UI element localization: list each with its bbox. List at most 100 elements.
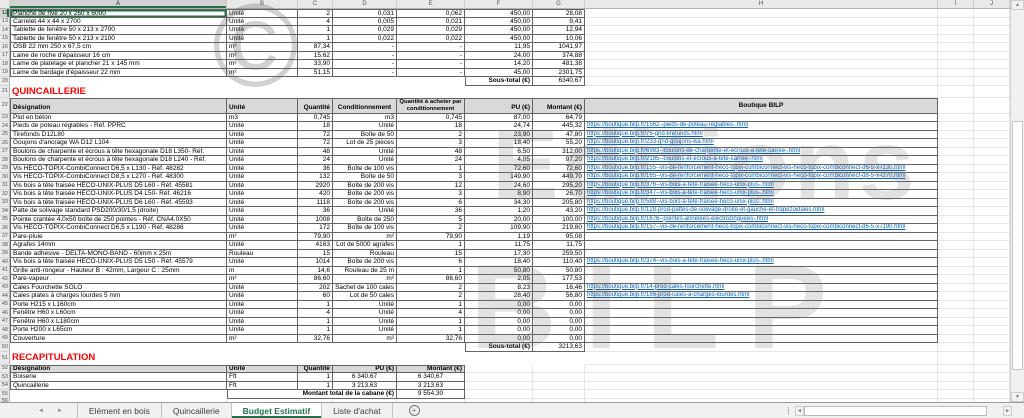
row-number[interactable]: 17 xyxy=(0,52,10,61)
cell-unit[interactable]: m² xyxy=(227,60,298,69)
cell[interactable] xyxy=(10,343,465,352)
row-number[interactable]: 53 xyxy=(0,373,10,382)
cell[interactable] xyxy=(585,86,938,98)
cell-designation[interactable]: Tirefonds D12L80 xyxy=(10,131,227,140)
product-link[interactable]: https://boutique.bilp.fr/186-prod-cales-… xyxy=(585,292,938,301)
cell[interactable] xyxy=(585,382,938,391)
cell-amount[interactable]: 9,41 xyxy=(533,18,585,27)
cell[interactable] xyxy=(974,43,1010,52)
horizontal-scrollbar[interactable]: ◄ ► xyxy=(788,406,1012,416)
cell[interactable] xyxy=(585,250,938,259)
cell-qty-to-buy[interactable]: 2 xyxy=(397,292,465,301)
cell-conditioning[interactable]: Boîte de 100 vis xyxy=(333,224,397,233)
cell[interactable] xyxy=(585,352,938,365)
cell[interactable] xyxy=(938,139,974,148)
cell-conditioning[interactable]: Boîte de 50 xyxy=(333,173,397,182)
cell[interactable] xyxy=(938,9,974,18)
cell[interactable] xyxy=(974,275,1010,284)
cell[interactable] xyxy=(974,60,1010,69)
cell-unit[interactable]: Unité xyxy=(227,131,298,140)
cell[interactable] xyxy=(974,173,1010,182)
cell-amount[interactable]: 259,50 xyxy=(533,250,585,259)
cell-quantity[interactable]: 4163 xyxy=(298,241,333,250)
product-link[interactable]: https://boutique.bilp.fr/76-grid-tirefon… xyxy=(585,131,938,140)
cell[interactable] xyxy=(974,52,1010,61)
row-number[interactable]: 52 xyxy=(0,365,10,374)
cell-conditioning[interactable]: 0,005 xyxy=(333,18,397,27)
row-number[interactable]: 27 xyxy=(0,148,10,157)
cell-unit[interactable]: Unité xyxy=(227,156,298,165)
cell[interactable] xyxy=(938,292,974,301)
cell[interactable] xyxy=(585,390,938,399)
cell-quantity[interactable]: 172 xyxy=(298,224,333,233)
cell-amount[interactable]: 177,53 xyxy=(533,275,585,284)
cell-quantity[interactable]: 2 xyxy=(298,9,333,18)
cell-quantity[interactable]: 15 xyxy=(298,250,333,259)
row-number[interactable]: 25 xyxy=(0,131,10,140)
product-link[interactable]: https://boutique.bilp.fr/6983--boulons-d… xyxy=(585,148,938,157)
cell-qty-to-buy[interactable]: 0,062 xyxy=(397,9,465,18)
cell[interactable] xyxy=(533,365,585,374)
cell-amount[interactable]: 445,32 xyxy=(533,122,585,131)
cell-conditioning[interactable]: - xyxy=(333,69,397,78)
cell[interactable] xyxy=(974,122,1010,131)
cell-conditioning[interactable]: Unité xyxy=(333,122,397,131)
cell-unit[interactable]: Unité xyxy=(227,26,298,35)
row-number[interactable]: 35 xyxy=(0,216,10,225)
vertical-scrollbar[interactable]: ▲ ▼ xyxy=(1010,0,1024,402)
column-header-D[interactable]: D xyxy=(333,0,397,8)
cell-designation[interactable]: Vis bois à tête fraisée HECO-UNIX-PLUS D… xyxy=(10,199,227,208)
cell-conditioning[interactable]: Rouleau de 25 m xyxy=(333,267,397,276)
cell[interactable] xyxy=(938,352,974,365)
row-number[interactable]: 48 xyxy=(0,326,10,335)
row-number[interactable]: 13 xyxy=(0,18,10,27)
cell[interactable] xyxy=(974,86,1010,98)
cell-quantity[interactable]: 24 xyxy=(298,156,333,165)
cell[interactable] xyxy=(585,26,938,35)
cell-qty-to-buy[interactable]: - xyxy=(397,69,465,78)
cell-designation[interactable]: Pare-pluie xyxy=(10,233,227,242)
cell-amount[interactable]: 26,70 xyxy=(533,190,585,199)
cell-qty-to-buy[interactable]: 1 xyxy=(397,267,465,276)
cell[interactable] xyxy=(938,224,974,233)
cell[interactable] xyxy=(585,69,938,78)
cell-conditioning[interactable]: Unité xyxy=(333,318,397,327)
cell-unit-price[interactable]: 0,00 xyxy=(465,309,533,318)
recap-header-quantity[interactable]: Quantité xyxy=(298,365,333,374)
row-number[interactable]: 34 xyxy=(0,207,10,216)
recap-amount[interactable]: 3 213,63 xyxy=(397,382,465,391)
cell[interactable] xyxy=(974,18,1010,27)
cell-unit[interactable]: Unité xyxy=(227,301,298,310)
cell-qty-to-buy[interactable]: 12 xyxy=(397,182,465,191)
cell-designation[interactable]: Patte de solivage standard PSD200/30/1,5… xyxy=(10,207,227,216)
cell[interactable] xyxy=(974,343,1010,352)
cell-designation[interactable]: Laine de roche d'épaisseur 16 cm xyxy=(10,52,227,61)
cell[interactable] xyxy=(974,301,1010,310)
add-sheet-button[interactable]: + xyxy=(409,403,420,418)
cell[interactable] xyxy=(974,182,1010,191)
cell-unit-price[interactable]: 28,40 xyxy=(465,292,533,301)
cell-amount[interactable]: 97,20 xyxy=(533,156,585,165)
product-link[interactable]: https://boutique.bilp.fr/165--vis-de-ren… xyxy=(585,173,938,182)
recap-unit-price[interactable]: 6 340,67 xyxy=(333,373,397,382)
cell[interactable] xyxy=(938,326,974,335)
cell[interactable] xyxy=(938,173,974,182)
cell-unit[interactable]: Unité xyxy=(227,139,298,148)
row-number[interactable]: 30 xyxy=(0,173,10,182)
cell-designation[interactable]: Vis bois à tête fraisée HECO-UNIX-PLUS D… xyxy=(10,190,227,199)
cell-qty-to-buy[interactable]: 3 xyxy=(397,190,465,199)
cell[interactable] xyxy=(938,343,974,352)
cell-quantity[interactable]: 420 xyxy=(298,190,333,199)
cell-conditioning[interactable]: 0,022 xyxy=(333,35,397,44)
cell-unit-price[interactable]: 24,00 xyxy=(465,52,533,61)
scroll-up-icon[interactable]: ▲ xyxy=(1011,0,1024,10)
cell-designation[interactable]: Tablette de fenêtre 50 x 213 x 2700 xyxy=(10,26,227,35)
cell-amount[interactable]: 55,20 xyxy=(533,139,585,148)
scroll-down-icon[interactable]: ▼ xyxy=(1011,392,1024,402)
cell-quantity[interactable]: 1 xyxy=(298,318,333,327)
cell-quantity[interactable]: 60 xyxy=(298,292,333,301)
cell-designation[interactable]: Fenêtre H60 x L60cm xyxy=(10,309,227,318)
cell[interactable] xyxy=(938,199,974,208)
cell-quantity[interactable]: 86,60 xyxy=(298,275,333,284)
cell-conditioning[interactable]: m² xyxy=(333,233,397,242)
